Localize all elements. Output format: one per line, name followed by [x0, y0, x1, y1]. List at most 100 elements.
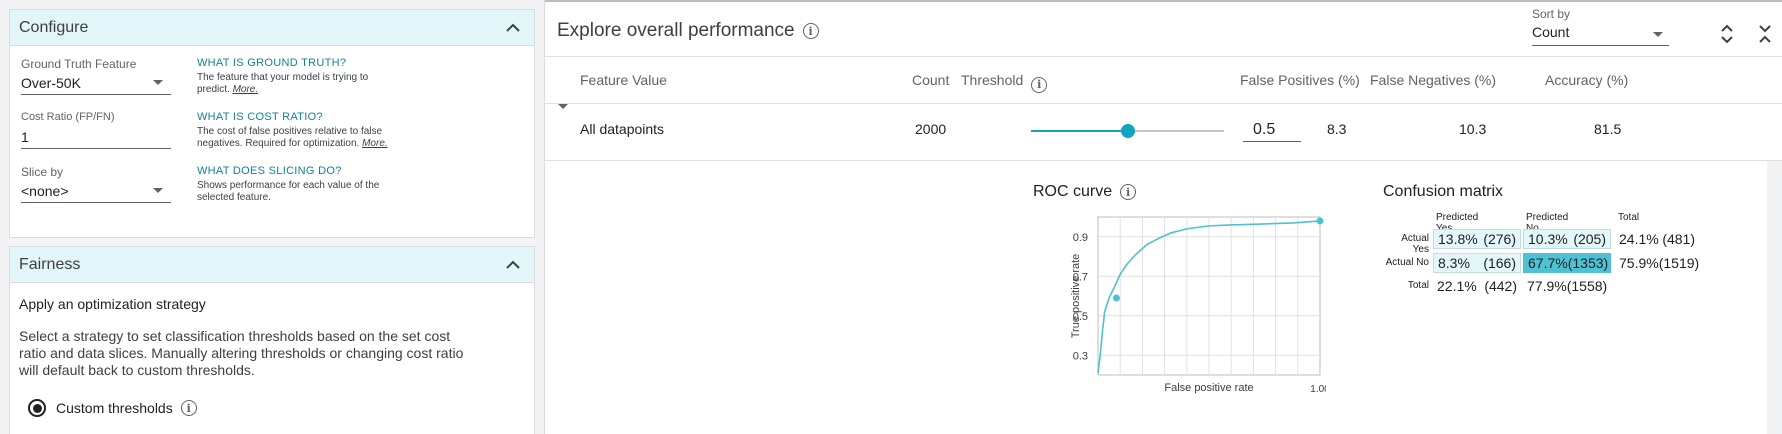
confusion-cell: 67.7% (1353) [1523, 253, 1611, 273]
chevron-up-icon[interactable] [503, 18, 523, 38]
table-body: All datapoints 2000 0.5 8.3 10.3 81.5 RO… [545, 104, 1782, 434]
sort-by-label: Sort by [1532, 7, 1571, 21]
ground-truth-help: WHAT IS GROUND TRUTH? The feature that y… [197, 57, 397, 96]
confusion-cell-count: (1353) [1567, 255, 1609, 271]
strategy-heading: Apply an optimization strategy [19, 296, 206, 312]
explore-title: Explore overall performance i [557, 20, 819, 42]
confusion-cell-percent: 24.1% [1619, 231, 1659, 247]
confusion-cell-count: (481) [1662, 231, 1695, 247]
fairness-body: Apply an optimization strategy Select a … [10, 296, 534, 417]
x-tick-label: 1.00 [1310, 384, 1326, 395]
confusion-title: Confusion matrix [1383, 183, 1504, 200]
confusion-cell: 75.9% (1519) [1615, 253, 1699, 273]
ground-truth-help-title: WHAT IS GROUND TRUTH? [197, 57, 347, 69]
col-false-negatives[interactable]: False Negatives (%) [1370, 57, 1496, 103]
info-icon[interactable]: i [1031, 77, 1048, 93]
roc-title-text: ROC curve [1033, 183, 1113, 200]
custom-thresholds-option[interactable]: Custom thresholds i [28, 399, 525, 417]
row-detail: ROC curve i 0.90.70.50.31.00False positi… [545, 161, 1767, 434]
cost-ratio-input[interactable]: 1 [21, 127, 171, 149]
left-panel: Configure Ground Truth Feature Over-50K … [0, 0, 544, 434]
ground-truth-more-link[interactable]: More. [233, 84, 259, 95]
sort-by-select[interactable]: Count [1532, 24, 1669, 46]
cost-ratio-value: 1 [21, 129, 29, 145]
ground-truth-row: Ground Truth Feature Over-50K WHAT IS GR… [21, 57, 521, 117]
cost-ratio-more-link[interactable]: More. [362, 138, 388, 149]
cost-ratio-help: WHAT IS COST RATIO? The cost of false po… [197, 111, 397, 150]
ground-truth-help-body: The feature that your model is trying to… [197, 72, 369, 95]
custom-thresholds-label: Custom thresholds [56, 400, 173, 416]
dropdown-arrow-icon [1653, 32, 1663, 37]
confusion-cell-percent: 8.3% [1438, 255, 1470, 271]
configure-panel: Configure Ground Truth Feature Over-50K … [9, 9, 535, 238]
sort-by-value: Count [1532, 24, 1570, 40]
explore-title-text: Explore overall performance [557, 20, 795, 41]
cost-ratio-row: Cost Ratio (FP/FN) 1 WHAT IS COST RATIO?… [21, 111, 521, 171]
roc-title: ROC curve i [1033, 183, 1137, 201]
dropdown-arrow-icon [153, 80, 163, 85]
confusion-cell: 77.9% (1558) [1523, 276, 1611, 296]
confusion-cell-count: (1519) [1658, 255, 1700, 271]
radio-selected-dot [32, 403, 42, 413]
confusion-cell-count: (205) [1573, 231, 1606, 247]
confusion-row-header: Actual No [1385, 257, 1429, 268]
unfold-less-icon[interactable] [1753, 22, 1777, 46]
performance-panel: Explore overall performance i Sort by Co… [544, 0, 1782, 434]
slice-by-help: WHAT DOES SLICING DO? Shows performance … [197, 165, 397, 204]
col-accuracy[interactable]: Accuracy (%) [1545, 57, 1628, 103]
slider-thumb[interactable] [1120, 124, 1135, 138]
roc-point [1112, 294, 1120, 302]
fairness-header[interactable]: Fairness [10, 247, 534, 283]
col-threshold[interactable]: Threshold i [961, 57, 1048, 103]
info-icon[interactable]: i [802, 23, 819, 39]
ground-truth-help-text: The feature that your model is trying to… [197, 72, 397, 96]
ground-truth-label: Ground Truth Feature [21, 57, 137, 71]
col-false-positives[interactable]: False Positives (%) [1240, 57, 1360, 103]
top-divider [545, 0, 1782, 2]
confusion-col-header: Total [1618, 212, 1640, 223]
confusion-cell-count: (1558) [1566, 278, 1608, 294]
confusion-cell: 22.1% (442) [1433, 276, 1521, 296]
confusion-cell: 24.1% (481) [1615, 229, 1699, 249]
confusion-cell-count: (276) [1483, 231, 1516, 247]
y-axis-label: True positive rate [1070, 254, 1082, 339]
y-tick-label: 0.3 [1073, 350, 1088, 362]
confusion-cell-percent: 13.8% [1438, 231, 1478, 247]
slice-by-help-text: Shows performance for each value of the … [197, 180, 380, 203]
confusion-cell-count: (442) [1484, 278, 1517, 294]
row-count: 2000 [915, 121, 947, 137]
roc-chart: 0.90.70.50.31.00False positive rateTrue … [1070, 216, 1326, 395]
confusion-cell: 13.8% (276) [1433, 229, 1521, 249]
confusion-cell-percent: 10.3% [1528, 231, 1568, 247]
info-icon[interactable]: i [1120, 184, 1137, 200]
col-feature-value[interactable]: Feature Value [580, 57, 667, 103]
strategy-description: Select a strategy to set classification … [19, 328, 464, 378]
slice-by-row: Slice by <none> WHAT DOES SLICING DO? Sh… [21, 165, 521, 225]
confusion-cell: 10.3% (205) [1523, 229, 1611, 249]
confusion-cell-percent: 22.1% [1437, 278, 1477, 294]
cost-ratio-help-body: The cost of false positives relative to … [197, 126, 383, 149]
table-row[interactable]: All datapoints 2000 0.5 8.3 10.3 81.5 [545, 104, 1782, 161]
row-false-positives: 8.3 [1327, 121, 1347, 137]
confusion-cell-percent: 77.9% [1527, 278, 1567, 294]
slice-by-select[interactable]: <none> [21, 181, 171, 203]
ground-truth-value: Over-50K [21, 75, 81, 91]
cost-ratio-label: Cost Ratio (FP/FN) [21, 111, 115, 123]
row-feature-value: All datapoints [580, 121, 665, 137]
radio-button[interactable] [28, 399, 46, 417]
confusion-cell-percent: 75.9% [1619, 255, 1659, 271]
unfold-more-icon[interactable] [1715, 22, 1739, 46]
configure-title: Configure [19, 18, 89, 36]
slice-by-value: <none> [21, 183, 69, 199]
expand-arrow-icon[interactable] [558, 104, 568, 109]
info-icon[interactable]: i [180, 400, 197, 416]
chevron-up-icon[interactable] [503, 255, 523, 275]
cost-ratio-help-title: WHAT IS COST RATIO? [197, 111, 323, 123]
configure-header[interactable]: Configure [10, 10, 534, 46]
threshold-slider[interactable] [1031, 124, 1224, 138]
col-count[interactable]: Count [912, 57, 949, 103]
fairness-title: Fairness [19, 255, 81, 273]
ground-truth-select[interactable]: Over-50K [21, 73, 171, 95]
dropdown-arrow-icon [153, 188, 163, 193]
threshold-input[interactable]: 0.5 [1243, 118, 1301, 142]
